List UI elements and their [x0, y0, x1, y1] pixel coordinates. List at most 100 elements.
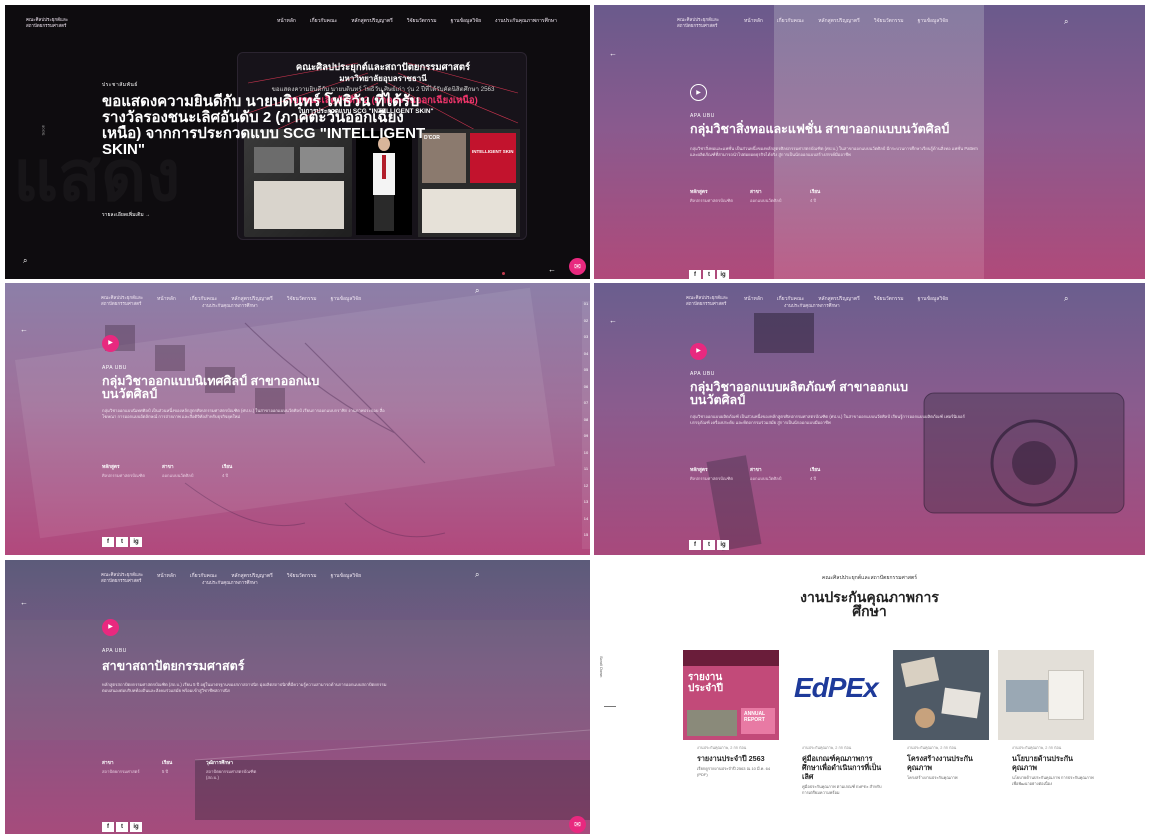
- prev-arrow-icon[interactable]: ←: [609, 49, 617, 58]
- card-title[interactable]: โครงสร้างงานประกันคุณภาพ: [893, 754, 989, 772]
- pager-item[interactable]: 09: [582, 433, 590, 450]
- pager-item[interactable]: 01: [582, 301, 590, 318]
- prev-arrow-icon[interactable]: ←: [20, 598, 28, 607]
- nav-item-home[interactable]: หน้าหลัก: [744, 17, 763, 25]
- pager-item[interactable]: 07: [582, 400, 590, 417]
- card-thumbnail[interactable]: [998, 650, 1094, 740]
- pager-item[interactable]: 02: [582, 318, 590, 335]
- search-icon[interactable]: ⌕: [1064, 294, 1068, 304]
- card-title[interactable]: นโยบายด้านประกันคุณภาพ: [998, 754, 1094, 772]
- pager-item[interactable]: 03: [582, 334, 590, 351]
- pager-item[interactable]: 15: [582, 532, 590, 549]
- nav-item-research[interactable]: วิจัยนวัตกรรม: [407, 17, 437, 25]
- nav-item-home[interactable]: หน้าหลัก: [157, 295, 176, 303]
- pager-item[interactable]: 06: [582, 384, 590, 401]
- nav-item-bachelor[interactable]: หลักสูตรปริญญาตรี: [818, 17, 860, 25]
- hero-read-more-link[interactable]: รายละเอียดเพิ่มเติม →: [102, 211, 150, 219]
- pager-item[interactable]: 05: [582, 367, 590, 384]
- qa-card[interactable]: รายงาน ประจำปี ANNUAL REPORT งานประกันคุ…: [683, 650, 779, 795]
- thumb-title: รายงาน ประจำปี: [688, 672, 723, 694]
- search-icon[interactable]: ⌕: [1064, 17, 1068, 27]
- site-logo[interactable]: คณะศิลปประยุกต์และ สถาปัตยกรรมศาสตร์: [26, 17, 88, 29]
- qa-card[interactable]: EdPEx งานประกันคุณภาพ, 2 กก ก่อน คู่มือเ…: [788, 650, 884, 795]
- instagram-icon[interactable]: ig: [717, 270, 729, 279]
- facebook-icon[interactable]: f: [689, 540, 701, 550]
- play-video-button[interactable]: ▶: [102, 619, 119, 636]
- nav-subitem-qa[interactable]: งานประกันคุณภาพการศึกษา: [202, 579, 258, 586]
- qa-card[interactable]: งานประกันคุณภาพ, 2 กก ก่อน โครงสร้างงานป…: [893, 650, 989, 795]
- card-thumbnail[interactable]: [893, 650, 989, 740]
- facebook-icon[interactable]: f: [102, 822, 114, 832]
- nav-item-research-db[interactable]: ฐานข้อมูลวิจัย: [331, 295, 361, 303]
- prev-arrow-icon[interactable]: ←: [548, 265, 556, 274]
- search-icon[interactable]: ⌕: [475, 570, 479, 580]
- screenshot-collage: แสดง คณะศิลปประยุกต์และ สถาปัตยกรรมศาสตร…: [0, 0, 1151, 834]
- site-logo[interactable]: คณะศิลปประยุกต์และ สถาปัตยกรรมศาสตร์: [686, 295, 748, 307]
- slide-dot[interactable]: [502, 272, 505, 275]
- poster-right-image: D'COR INTELLIGENT SKIN: [418, 129, 520, 237]
- site-logo[interactable]: คณะศิลปประยุกต์และ สถาปัตยกรรมศาสตร์: [677, 17, 739, 29]
- nav-item-qa[interactable]: งานประกันคุณภาพการศึกษา: [495, 17, 557, 25]
- qa-overline: คณะศิลปประยุกต์และสถาปัตยกรรมศาสตร์: [821, 575, 918, 581]
- twitter-icon[interactable]: t: [703, 270, 715, 279]
- nav-item-research-db[interactable]: ฐานข้อมูลวิจัย: [918, 295, 948, 303]
- prev-arrow-icon[interactable]: ←: [609, 316, 617, 325]
- card-thumbnail[interactable]: รายงาน ประจำปี ANNUAL REPORT: [683, 650, 779, 740]
- nav-item-home[interactable]: หน้าหลัก: [277, 17, 296, 25]
- nav-item-research[interactable]: วิจัยนวัตกรรม: [874, 295, 904, 303]
- play-video-button[interactable]: ▶: [102, 335, 119, 352]
- pager-item[interactable]: 13: [582, 499, 590, 516]
- nav-item-research[interactable]: วิจัยนวัตกรรม: [287, 295, 317, 303]
- program-eyebrow: APA UBU: [102, 648, 127, 654]
- pager-item[interactable]: 11: [582, 466, 590, 483]
- pager-item[interactable]: 12: [582, 483, 590, 500]
- instagram-icon[interactable]: ig: [130, 822, 142, 832]
- hero-headline: ขอแสดงความยินดีกับ นายบดินทร์ โพธิวัน ที…: [102, 93, 426, 158]
- search-icon[interactable]: ⌕: [23, 256, 27, 266]
- program-title: กลุ่มวิชาออกแบบนิเทศศิลป์ สาขาออกแบบนวัต…: [102, 374, 320, 401]
- nav-subitem-qa[interactable]: งานประกันคุณภาพการศึกษา: [202, 302, 258, 309]
- nav-item-research-db[interactable]: ฐานข้อมูลวิจัย: [918, 17, 948, 25]
- nav-item-about[interactable]: เกี่ยวกับคณะ: [310, 17, 337, 25]
- prev-arrow-icon[interactable]: ←: [20, 325, 28, 334]
- messenger-chat-icon[interactable]: ✉: [569, 816, 586, 833]
- facebook-icon[interactable]: f: [102, 537, 114, 547]
- search-icon[interactable]: ⌕: [475, 286, 479, 296]
- play-video-button[interactable]: ▶: [690, 343, 707, 360]
- site-logo[interactable]: คณะศิลปประยุกต์และ สถาปัตยกรรมศาสตร์: [101, 295, 163, 307]
- nav-item-research[interactable]: วิจัยนวัตกรรม: [874, 17, 904, 25]
- nav-item-bachelor[interactable]: หลักสูตรปริญญาตรี: [351, 17, 393, 25]
- program-commart-panel: คณะศิลปประยุกต์และ สถาปัตยกรรมศาสตร์ หน้…: [5, 283, 590, 555]
- social-links: f t ig: [689, 540, 729, 550]
- fact-value: ออกแบบนวัตศิลป์: [750, 198, 782, 203]
- card-title[interactable]: คู่มือเกณฑ์คุณภาพการศึกษาเพื่อดำเนินการท…: [788, 754, 884, 781]
- nav-item-home[interactable]: หน้าหลัก: [157, 572, 176, 580]
- pager-item[interactable]: 04: [582, 351, 590, 368]
- twitter-icon[interactable]: t: [703, 540, 715, 550]
- play-video-button[interactable]: ▶: [690, 84, 707, 101]
- fact-label: เรียน: [222, 465, 233, 470]
- fact-label: สาขา: [750, 468, 762, 473]
- site-logo[interactable]: คณะศิลปประยุกต์และ สถาปัตยกรรมศาสตร์: [101, 572, 163, 584]
- pager-item[interactable]: 10: [582, 450, 590, 467]
- card-title[interactable]: รายงานประจำปี 2563: [683, 754, 779, 763]
- nav-item-research-db[interactable]: ฐานข้อมูลวิจัย: [331, 572, 361, 580]
- messenger-chat-icon[interactable]: ✉: [569, 258, 586, 275]
- nav-item-research-db[interactable]: ฐานข้อมูลวิจัย: [451, 17, 481, 25]
- instagram-icon[interactable]: ig: [717, 540, 729, 550]
- facebook-icon[interactable]: f: [689, 270, 701, 279]
- twitter-icon[interactable]: t: [116, 537, 128, 547]
- twitter-icon[interactable]: t: [116, 822, 128, 832]
- pager-item[interactable]: 08: [582, 417, 590, 434]
- instagram-icon[interactable]: ig: [130, 537, 142, 547]
- card-description: นโยบายด้านประกันคุณภาพ การประกันคุณภาพเพ…: [1012, 775, 1094, 786]
- main-nav: หน้าหลัก เกี่ยวกับคณะ หลักสูตรปริญญาตรี …: [157, 572, 361, 580]
- pager-item[interactable]: 14: [582, 516, 590, 533]
- nav-item-research[interactable]: วิจัยนวัตกรรม: [287, 572, 317, 580]
- nav-item-about[interactable]: เกี่ยวกับคณะ: [777, 17, 804, 25]
- nav-item-home[interactable]: หน้าหลัก: [744, 295, 763, 303]
- nav-subitem-qa[interactable]: งานประกันคุณภาพการศึกษา: [784, 302, 840, 309]
- logo-line-2: สถาปัตยกรรมศาสตร์: [101, 578, 142, 583]
- qa-card[interactable]: งานประกันคุณภาพ, 2 กก ก่อน นโยบายด้านประ…: [998, 650, 1094, 795]
- card-thumbnail[interactable]: EdPEx: [788, 650, 884, 740]
